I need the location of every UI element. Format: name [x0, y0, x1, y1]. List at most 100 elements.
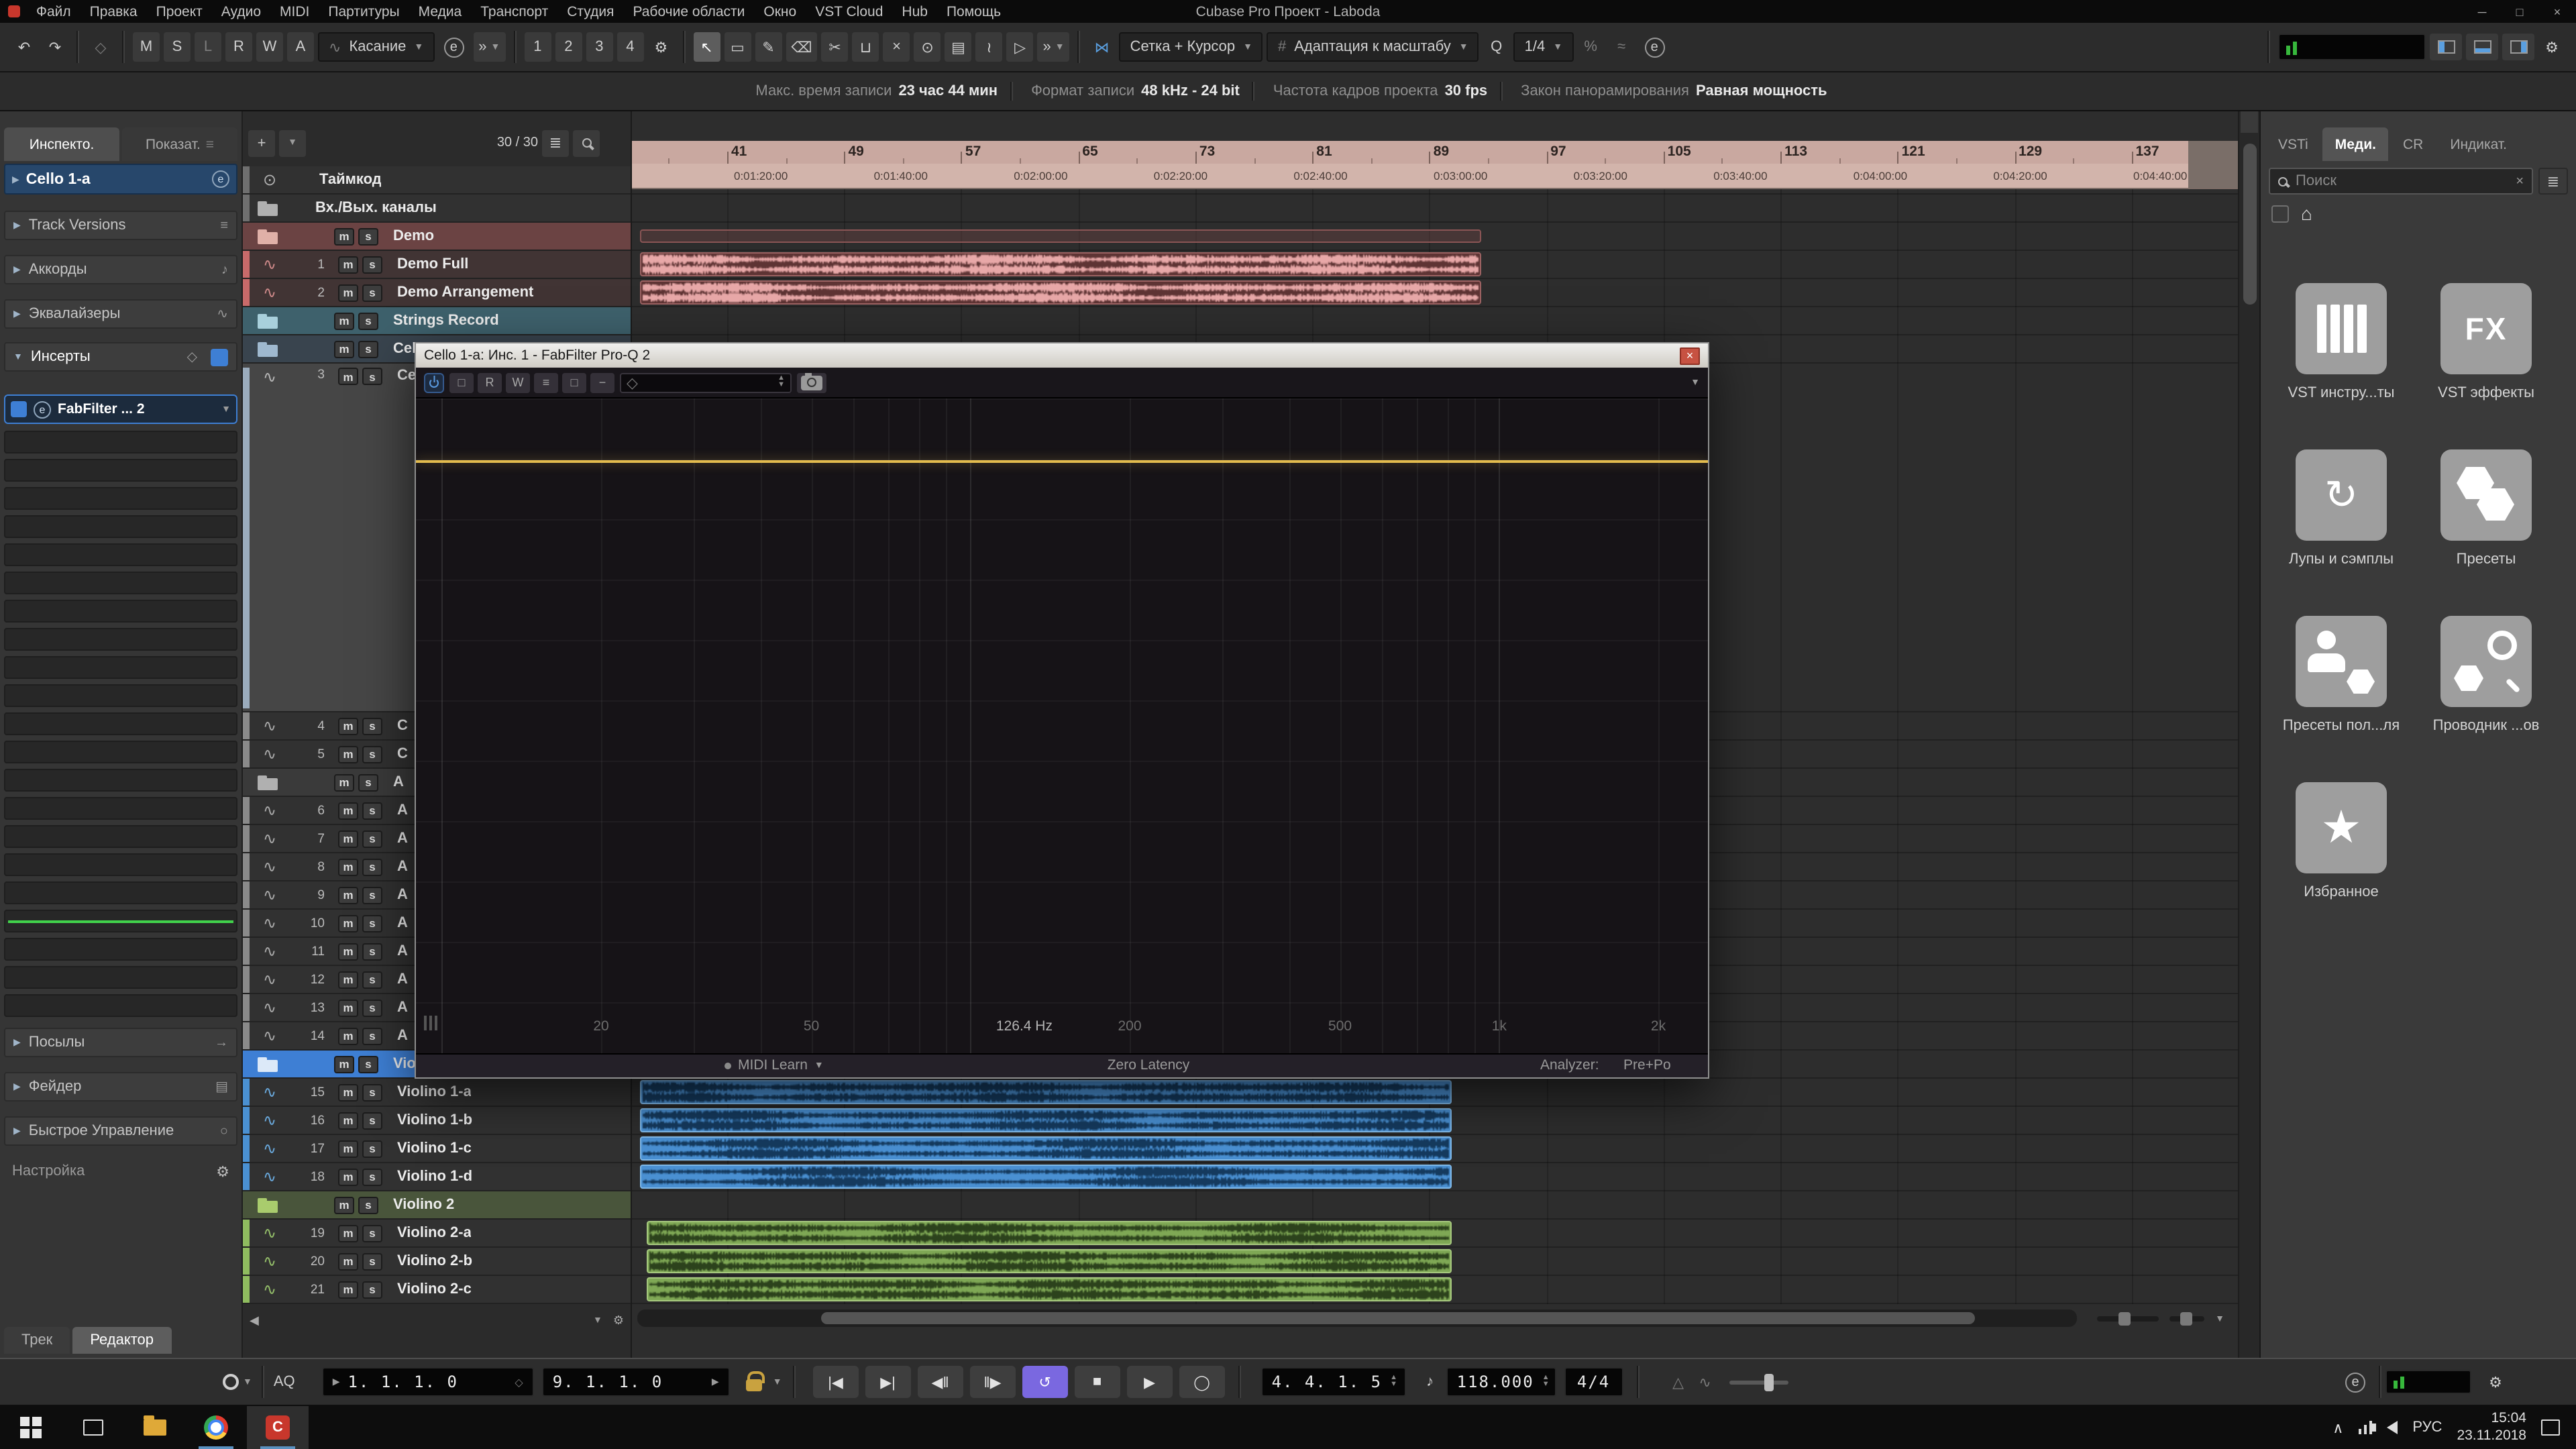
lock-icon[interactable]	[746, 1379, 762, 1391]
locator-stepper[interactable]: ▲▼	[1390, 1375, 1397, 1389]
automation-panel-button[interactable]: »▼	[473, 32, 505, 62]
record-button[interactable]: ◯	[1179, 1366, 1225, 1398]
chrome-button[interactable]	[185, 1406, 247, 1449]
track-row[interactable]: ∿15msViolino 1-a	[243, 1079, 631, 1107]
solo-button[interactable]: s	[362, 914, 382, 932]
midi-learn-button[interactable]: MIDI Learn ▼	[724, 1057, 824, 1073]
vertical-scrollbar[interactable]	[2238, 111, 2259, 1358]
section-1[interactable]: ▶Аккорды♪	[4, 255, 237, 284]
play-button[interactable]: ▶	[1127, 1366, 1173, 1398]
menu-item[interactable]: Проект	[147, 3, 212, 19]
insert-slot-empty[interactable]	[4, 684, 237, 707]
global-w-button[interactable]: W	[256, 32, 283, 62]
menu-item[interactable]: Правка	[80, 3, 147, 19]
workspace-setup-icon[interactable]: ⚙	[647, 32, 674, 62]
home-icon[interactable]: ⌂	[2301, 203, 2312, 224]
track-presets-button[interactable]: ▼	[279, 129, 306, 156]
insert-slot-empty[interactable]	[4, 487, 237, 510]
scrollbar-top-button[interactable]	[2241, 111, 2258, 133]
menu-item[interactable]: Файл	[27, 3, 80, 19]
menu-item[interactable]: VST Cloud	[806, 3, 892, 19]
solo-button[interactable]: s	[362, 802, 382, 819]
workspace-4-button[interactable]: 4	[616, 32, 643, 62]
insert-slot-empty[interactable]	[4, 769, 237, 792]
click-volume-slider[interactable]	[1729, 1380, 1788, 1384]
mute-button[interactable]: m	[334, 1055, 354, 1073]
start-button[interactable]	[0, 1406, 62, 1449]
mute-button[interactable]: m	[338, 999, 358, 1016]
audio-event[interactable]	[640, 280, 1481, 305]
solo-button[interactable]: s	[362, 1140, 382, 1157]
global-a-button[interactable]: A	[287, 32, 314, 62]
plugin-menu-caret[interactable]: ▼	[1690, 378, 1700, 387]
secondary-time-display[interactable]: 9. 1. 1. 0 ▶	[542, 1367, 730, 1397]
insert-slot-empty[interactable]	[4, 656, 237, 679]
menu-item[interactable]: Рабочие области	[623, 3, 754, 19]
insert-slot-empty[interactable]	[4, 459, 237, 482]
tab-Меди.[interactable]: Меди.	[2323, 127, 2388, 161]
track-row[interactable]: ∿17msViolino 1-c	[243, 1135, 631, 1163]
menu-item[interactable]: Аудио	[212, 3, 270, 19]
plugin-compare-button[interactable]: □	[562, 372, 586, 392]
insert-power-icon[interactable]	[11, 401, 27, 417]
quantize-panel-button[interactable]: e	[1639, 32, 1670, 62]
network-icon[interactable]	[2358, 1421, 2372, 1434]
track-row[interactable]: ∿19msViolino 2-a	[243, 1220, 631, 1248]
mute-button[interactable]: m	[338, 1140, 358, 1157]
tab-visibility[interactable]: Показат. ≡	[122, 127, 237, 161]
solo-button[interactable]: s	[362, 1224, 382, 1242]
insert-slot-empty[interactable]	[4, 797, 237, 820]
solo-button[interactable]: s	[358, 1196, 378, 1214]
workspace-3-button[interactable]: 3	[586, 32, 612, 62]
sync-icon[interactable]: ∿	[1692, 1367, 1719, 1397]
insert-slot-empty[interactable]	[4, 628, 237, 651]
plugin-write-button[interactable]: W	[506, 372, 530, 392]
solo-button[interactable]: s	[358, 312, 378, 329]
mute-button[interactable]: m	[338, 1281, 358, 1298]
plugin-functions-button[interactable]: ≡	[534, 372, 558, 392]
solo-button[interactable]: s	[362, 1027, 382, 1044]
folder-event[interactable]	[640, 229, 1481, 243]
tempo-stepper[interactable]: ▲▼	[1542, 1375, 1550, 1389]
snap-type-select[interactable]: Сетка + Курсор ▼	[1120, 32, 1263, 62]
preset-stepper[interactable]: ▲▼	[777, 376, 785, 389]
undo-button[interactable]: ↶	[11, 32, 38, 62]
solo-button[interactable]: s	[362, 1252, 382, 1270]
plugin-power-button[interactable]	[424, 372, 444, 392]
insert-slot-empty[interactable]	[4, 515, 237, 538]
toggle-right-zone-button[interactable]	[2502, 34, 2534, 60]
mute-button[interactable]: m	[338, 1083, 358, 1101]
menu-item[interactable]: Студия	[557, 3, 623, 19]
comp-tool[interactable]: ▤	[945, 32, 972, 62]
menu-item[interactable]: Медиа	[409, 3, 472, 19]
track-row[interactable]: ∿2msDemo Arrangement	[243, 279, 631, 307]
insert-slot-empty[interactable]	[4, 825, 237, 848]
mute-button[interactable]: m	[334, 340, 354, 358]
mute-button[interactable]: m	[338, 717, 358, 735]
volume-icon[interactable]	[2387, 1421, 2398, 1434]
insert-slot-empty[interactable]	[4, 938, 237, 961]
media-tile-instruments[interactable]	[2296, 283, 2387, 374]
solo-button[interactable]: s	[362, 886, 382, 904]
inspector-settings-row[interactable]: Настройка ⚙	[4, 1159, 237, 1183]
zoom-preset-caret[interactable]: ▼	[2215, 1314, 2224, 1324]
menu-item[interactable]: Hub	[892, 3, 937, 19]
mute-button[interactable]: m	[338, 256, 358, 273]
record-mode-button[interactable]: ▼	[217, 1367, 258, 1397]
workspace-1-button[interactable]: 1	[524, 32, 551, 62]
quantize-select[interactable]: 1/4 ▼	[1514, 32, 1573, 62]
task-view-button[interactable]	[62, 1406, 123, 1449]
media-tile-presets[interactable]	[2440, 449, 2532, 541]
track-row[interactable]: ∿18msViolino 1-d	[243, 1163, 631, 1191]
mute-button[interactable]: m	[338, 943, 358, 960]
global-l-button[interactable]: L	[195, 32, 221, 62]
transport-setup-gear-icon[interactable]: ⚙	[2482, 1367, 2509, 1397]
tab-editor[interactable]: Редактор	[72, 1327, 171, 1354]
horizontal-scrollbar[interactable]	[637, 1309, 2077, 1327]
grid-type-select[interactable]: # Адаптация к масштабу ▼	[1267, 32, 1479, 62]
solo-button[interactable]: s	[362, 858, 382, 875]
mute-button[interactable]: m	[338, 1252, 358, 1270]
section-Быстрое Управление[interactable]: ▶Быстрое Управление○	[4, 1116, 237, 1146]
suspend-automation-button[interactable]: e	[438, 32, 469, 62]
insert-slot-empty[interactable]	[4, 712, 237, 735]
